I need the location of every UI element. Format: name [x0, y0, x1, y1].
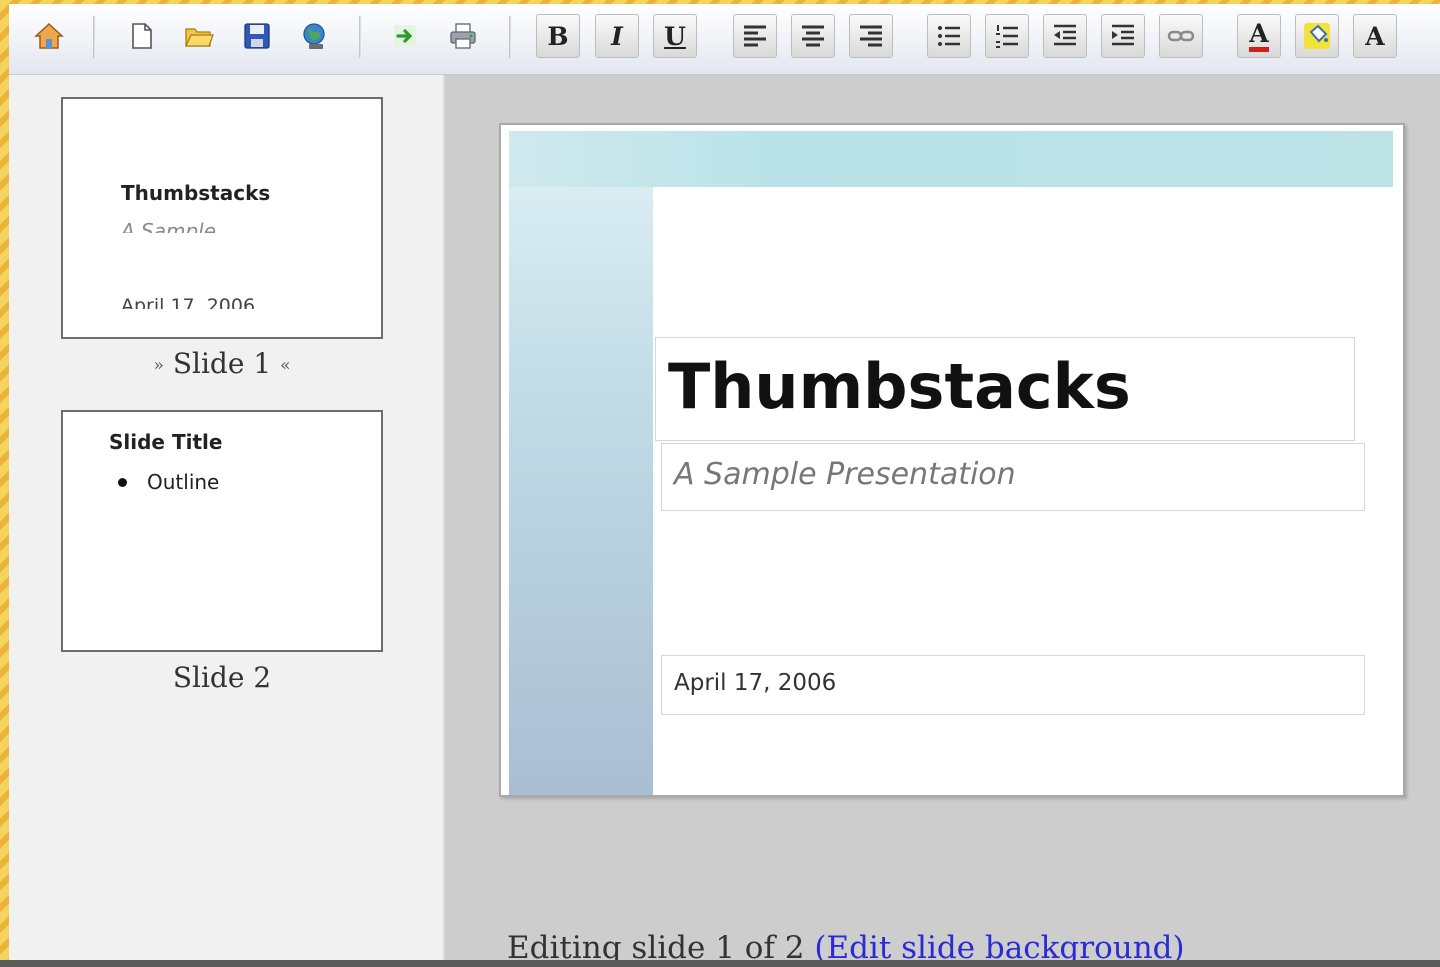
slide-editor-canvas: Thumbstacks A Sample Presentation April …	[445, 75, 1440, 964]
indent-button[interactable]	[1101, 14, 1145, 58]
align-left-icon	[744, 25, 766, 47]
slide-header-band	[509, 131, 1393, 187]
toolbar-separator	[509, 16, 512, 58]
align-left-button[interactable]	[733, 14, 777, 58]
bulleted-list-icon	[938, 26, 960, 46]
thumbnail-bullet-text: Outline	[147, 470, 220, 494]
next-button[interactable]	[383, 14, 427, 58]
bold-button[interactable]: B	[536, 14, 580, 58]
slide-date: April 17, 2006	[674, 670, 837, 696]
selected-marker-right: «	[280, 355, 291, 376]
outdent-icon	[1054, 24, 1076, 46]
outdent-button[interactable]	[1043, 14, 1087, 58]
print-button[interactable]	[441, 14, 485, 58]
font-color-button[interactable]: A	[1237, 14, 1281, 58]
align-center-button[interactable]	[791, 14, 835, 58]
publish-button[interactable]	[293, 14, 337, 58]
slide-date-box[interactable]: April 17, 2006	[661, 655, 1365, 715]
slide-1-thumbnail[interactable]: Thumbstacks A Sample April 17, 2006	[61, 97, 383, 339]
window-bottom-edge	[0, 960, 1440, 967]
link-button[interactable]	[1159, 14, 1203, 58]
font-icon: A	[1365, 21, 1385, 51]
editing-status: Editing slide 1 of 2 (Edit slide backgro…	[507, 930, 1185, 964]
home-icon	[34, 22, 64, 49]
slide-thumbnail-pane: Thumbstacks A Sample April 17, 2006 » Sl…	[9, 75, 445, 964]
slide-subtitle: A Sample Presentation	[674, 457, 1016, 492]
font-button[interactable]: A	[1353, 14, 1397, 58]
editing-status-text: Editing slide 1 of 2	[507, 930, 805, 964]
paint-bucket-icon	[1304, 23, 1330, 49]
save-disk-icon	[244, 23, 270, 49]
slide-subtitle-box[interactable]: A Sample Presentation	[661, 443, 1365, 511]
fill-color-button[interactable]	[1295, 14, 1339, 58]
font-color-icon: A	[1249, 20, 1269, 52]
open-folder-icon	[184, 28, 214, 47]
bullet-icon	[118, 477, 127, 487]
align-right-icon	[860, 25, 882, 47]
printer-icon	[450, 23, 476, 49]
underline-icon: U	[664, 21, 686, 51]
numbered-list-button[interactable]	[985, 14, 1029, 58]
numbered-list-icon	[996, 25, 1018, 48]
green-arrow-icon	[394, 25, 416, 47]
thumbnail-subtitle: A Sample	[121, 219, 217, 233]
new-button[interactable]	[119, 14, 163, 58]
toolbar: B I U A A	[9, 4, 1440, 75]
underline-button[interactable]: U	[653, 14, 697, 58]
edit-slide-background-link[interactable]: (Edit slide background)	[814, 930, 1184, 964]
align-right-button[interactable]	[849, 14, 893, 58]
new-document-icon	[132, 23, 152, 49]
current-slide: Thumbstacks A Sample Presentation April …	[499, 123, 1405, 797]
link-icon	[1167, 30, 1195, 42]
open-button[interactable]	[177, 14, 221, 58]
thumbnail-bullet: Outline	[118, 470, 219, 494]
slide-label-text: Slide 1	[172, 347, 272, 380]
thumbnail-title: Thumbstacks	[121, 181, 271, 205]
slide-side-band	[509, 131, 653, 795]
toolbar-separator	[359, 16, 362, 58]
slide-2-label[interactable]: Slide 2	[61, 661, 383, 694]
globe-icon	[303, 23, 325, 49]
bold-icon: B	[547, 21, 569, 51]
bulleted-list-button[interactable]	[927, 14, 971, 58]
home-button[interactable]	[27, 14, 71, 58]
slide-2-thumbnail[interactable]: Slide Title Outline	[61, 410, 383, 652]
indent-icon	[1112, 24, 1134, 46]
slide-editor-app: B I U A A Thumbstacks A Sample April 17,…	[9, 4, 1440, 964]
thumbnail-title: Slide Title	[109, 430, 223, 454]
slide-title: Thumbstacks	[668, 350, 1131, 423]
slide-title-box[interactable]: Thumbstacks	[655, 337, 1355, 441]
save-button[interactable]	[235, 14, 279, 58]
align-center-icon	[802, 25, 824, 47]
italic-icon: I	[611, 21, 623, 51]
toolbar-separator	[93, 16, 96, 58]
italic-button[interactable]: I	[595, 14, 639, 58]
selected-marker-left: »	[153, 355, 164, 376]
thumbnail-date: April 17, 2006	[121, 295, 256, 309]
slide-1-label[interactable]: » Slide 1 «	[61, 347, 383, 380]
